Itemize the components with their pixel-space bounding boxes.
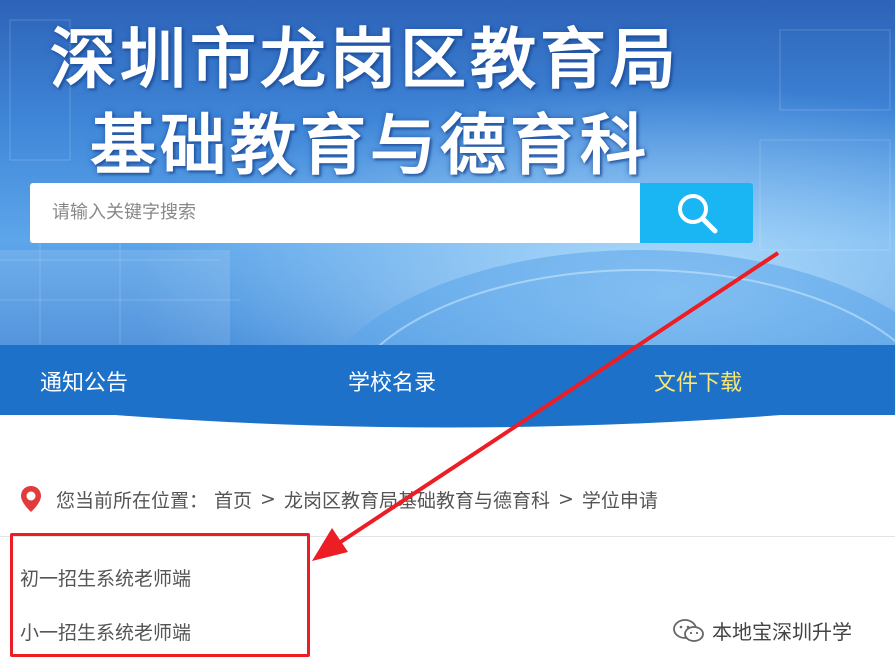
search-icon (677, 194, 717, 234)
nav-item-school-directory[interactable]: 学校名录 (348, 365, 436, 397)
breadcrumb-separator: > (260, 488, 276, 510)
site-title-line2: 基础教育与德育科 (90, 107, 650, 184)
wechat-icon (672, 618, 706, 644)
breadcrumb-separator: > (557, 488, 574, 510)
breadcrumb-department-link[interactable]: 龙岗区教育局基础教育与德育科 (284, 486, 550, 513)
breadcrumb-prefix: 您当前所在位置： (56, 489, 209, 512)
location-pin-icon (20, 485, 42, 513)
annotation-highlight-box (10, 533, 310, 657)
search-input[interactable]: 请输入关键字搜索 (30, 183, 640, 243)
header-banner: 深圳市龙岗区教育局 基础教育与德育科 请输入关键字搜索 (0, 0, 895, 345)
watermark-label: 本地宝深圳升学 (712, 620, 852, 644)
breadcrumb: 您当前所在位置： 首页 > 龙岗区教育局基础教育与德育科 > 学位申请 (20, 484, 658, 514)
search-button[interactable] (640, 183, 753, 243)
watermark: 本地宝深圳升学 (672, 616, 852, 645)
breadcrumb-current: 学位申请 (581, 489, 658, 512)
nav-item-notices[interactable]: 通知公告 (40, 365, 128, 397)
breadcrumb-home-link[interactable]: 首页 (214, 486, 252, 513)
nav-item-file-download[interactable]: 文件下载 (654, 365, 742, 397)
nav-curve-decoration (0, 395, 895, 428)
site-title-line1: 深圳市龙岗区教育局 (50, 21, 680, 98)
